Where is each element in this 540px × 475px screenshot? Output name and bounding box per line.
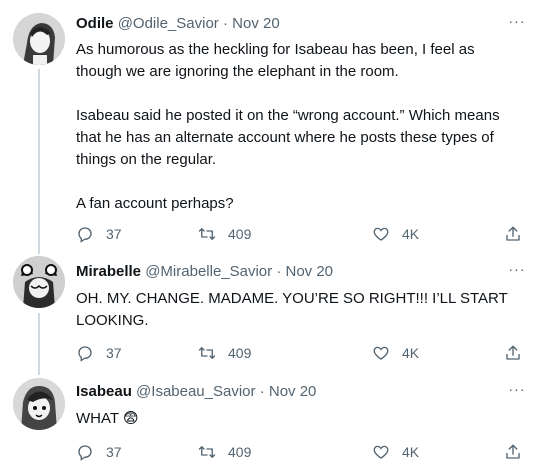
like-icon <box>373 445 389 459</box>
tweet-actions: 37 409 4K <box>76 343 524 363</box>
retweet-icon <box>198 347 216 359</box>
tweet-text: As humorous as the heckling for Isabeau … <box>76 39 524 215</box>
author-name[interactable]: Odile <box>76 15 114 32</box>
tweet-paragraph: As humorous as the heckling for Isabeau … <box>76 41 475 80</box>
like-count: 4K <box>402 345 420 361</box>
avatar-odile[interactable] <box>13 13 65 65</box>
like-count: 4K <box>402 444 420 460</box>
tweet-date[interactable]: Nov 20 <box>286 263 334 280</box>
tweet-date[interactable]: Nov 20 <box>232 15 280 32</box>
like-count: 4K <box>402 226 420 242</box>
author-handle[interactable]: @Isabeau_Savior <box>136 383 255 400</box>
tweet-paragraph: WHAT 😨 <box>76 410 139 427</box>
tweet-paragraph: OH. MY. CHANGE. MADAME. YOU’RE SO RIGHT!… <box>76 290 508 329</box>
author-handle[interactable]: @Odile_Savior <box>118 15 219 32</box>
tweet-paragraph: Isabeau said he posted it on the “wrong … <box>76 107 500 168</box>
like-icon <box>373 227 389 241</box>
separator: · <box>259 383 265 400</box>
avatar-mirabelle[interactable] <box>13 256 65 308</box>
tweet-text: WHAT 😨 <box>76 408 524 430</box>
author-handle[interactable]: @Mirabelle_Savior <box>145 263 272 280</box>
more-icon[interactable]: ··· <box>508 14 526 30</box>
avatar-isabeau[interactable] <box>13 378 65 430</box>
tweet-text: OH. MY. CHANGE. MADAME. YOU’RE SO RIGHT!… <box>76 288 524 332</box>
tweet-header: Isabeau @Isabeau_Savior · Nov 20 <box>76 382 316 402</box>
tweet-mirabelle[interactable]: Mirabelle @Mirabelle_Savior · Nov 20 ···… <box>0 250 540 375</box>
tweet-odile[interactable]: Odile @Odile_Savior · Nov 20 ··· As humo… <box>0 0 540 254</box>
tweet-date[interactable]: Nov 20 <box>269 383 317 400</box>
tweet-actions: 37 409 4K <box>76 224 524 244</box>
author-name[interactable]: Isabeau <box>76 383 132 400</box>
retweet-icon <box>198 446 216 458</box>
author-name[interactable]: Mirabelle <box>76 263 141 280</box>
share-icon <box>506 345 520 360</box>
tweet-actions: 37 409 4K <box>76 442 524 462</box>
tweet-header: Odile @Odile_Savior · Nov 20 <box>76 14 280 34</box>
more-icon[interactable]: ··· <box>508 382 526 398</box>
reply-icon <box>78 227 92 243</box>
reply-icon <box>78 445 92 461</box>
share-icon <box>506 226 520 241</box>
retweet-count: 409 <box>228 226 252 242</box>
like-icon <box>373 346 389 360</box>
tweet-isabeau[interactable]: Isabeau @Isabeau_Savior · Nov 20 ··· WHA… <box>0 370 540 475</box>
reply-count: 37 <box>106 444 122 460</box>
reply-count: 37 <box>106 226 122 242</box>
retweet-count: 409 <box>228 345 252 361</box>
tweet-paragraph: A fan account perhaps? <box>76 195 234 212</box>
share-icon <box>506 444 520 459</box>
reply-count: 37 <box>106 345 122 361</box>
thread-line <box>38 69 40 254</box>
more-icon[interactable]: ··· <box>508 262 526 278</box>
separator: · <box>276 263 282 280</box>
tweet-header: Mirabelle @Mirabelle_Savior · Nov 20 <box>76 262 333 282</box>
retweet-count: 409 <box>228 444 252 460</box>
retweet-icon <box>198 228 216 240</box>
separator: · <box>222 15 228 32</box>
reply-icon <box>78 346 92 362</box>
thread-line <box>38 313 40 375</box>
